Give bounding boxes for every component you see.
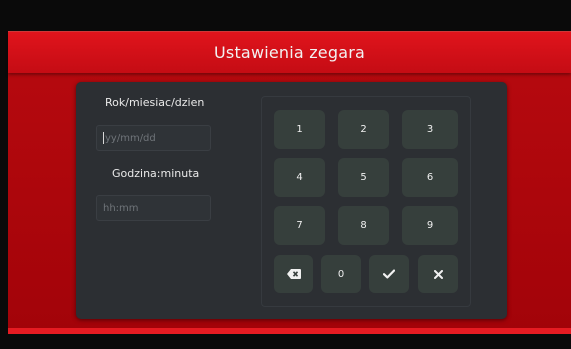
key-1[interactable]: 1 <box>274 110 325 149</box>
backspace-icon <box>286 269 301 279</box>
key-3[interactable]: 3 <box>402 110 458 149</box>
date-label: Rok/miesiac/dzien <box>105 96 205 109</box>
clear-button[interactable] <box>418 255 458 293</box>
key-8[interactable]: 8 <box>338 206 389 245</box>
text-cursor <box>103 132 104 144</box>
key-6[interactable]: 6 <box>402 158 458 197</box>
title-bar: Ustawienia zegara <box>8 32 571 73</box>
key-0[interactable]: 0 <box>321 255 361 293</box>
checkmark-icon <box>383 269 395 279</box>
confirm-button[interactable] <box>369 255 409 293</box>
close-icon <box>433 269 443 279</box>
page-title: Ustawienia zegara <box>214 43 365 62</box>
key-2[interactable]: 2 <box>338 110 389 149</box>
key-5[interactable]: 5 <box>338 158 389 197</box>
backspace-button[interactable] <box>274 255 313 293</box>
date-input-placeholder: yy/mm/dd <box>105 132 156 144</box>
frame-bottom-border <box>8 328 571 334</box>
key-9[interactable]: 9 <box>402 206 458 245</box>
date-input[interactable]: yy/mm/dd <box>96 125 211 151</box>
time-input-placeholder: hh:mm <box>103 202 139 214</box>
time-label: Godzina:minuta <box>112 167 200 180</box>
time-input[interactable]: hh:mm <box>96 195 211 221</box>
key-4[interactable]: 4 <box>274 158 325 197</box>
key-7[interactable]: 7 <box>274 206 325 245</box>
